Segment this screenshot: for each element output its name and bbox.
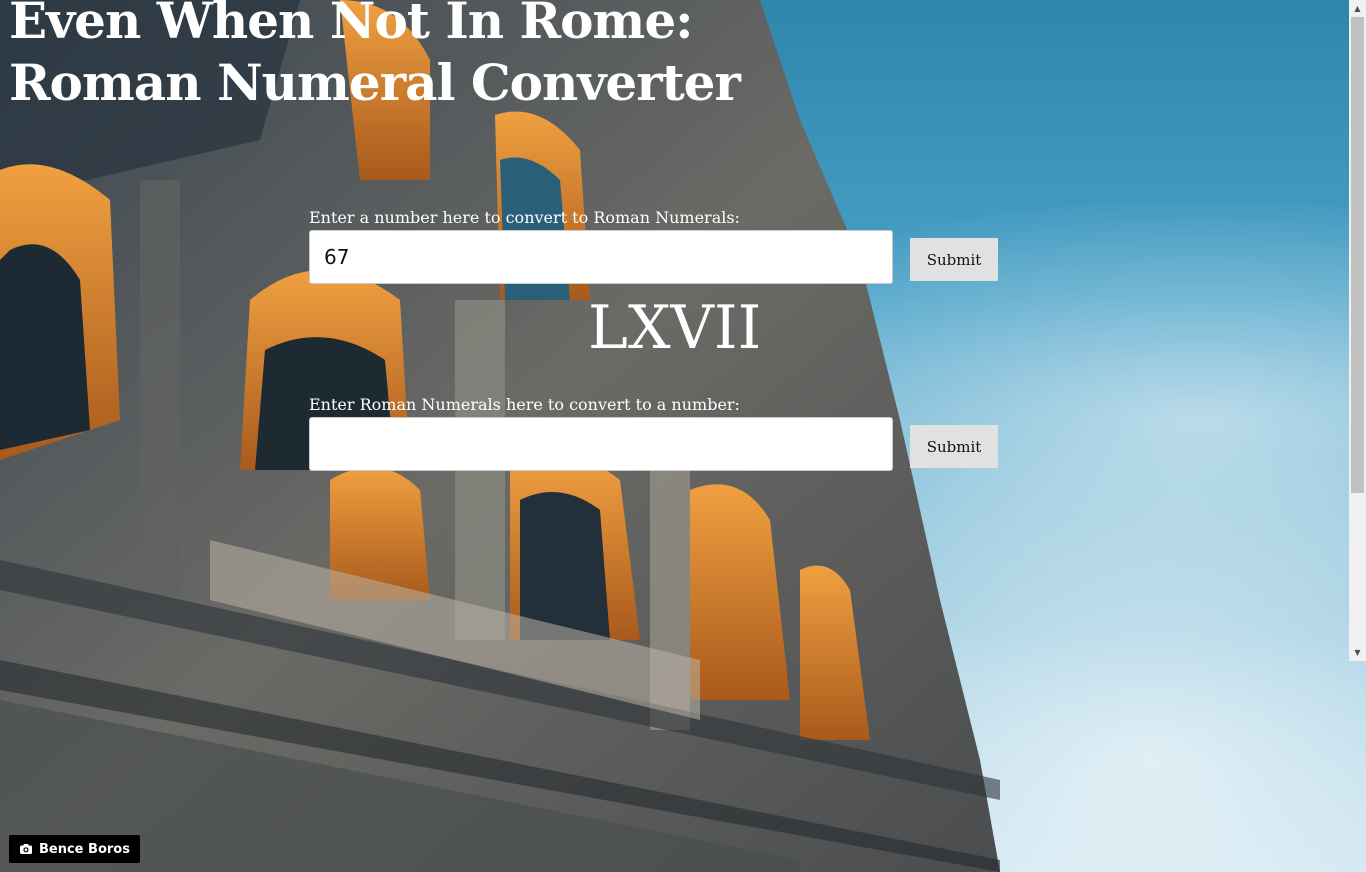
number-submit-button[interactable]: Submit — [910, 238, 998, 281]
photo-credit-badge[interactable]: Bence Boros — [9, 835, 140, 863]
number-input-label: Enter a number here to convert to Roman … — [309, 208, 740, 227]
vertical-scrollbar[interactable]: ▲ ▼ — [1349, 0, 1366, 661]
page-title-line-1: Even When Not In Rome: — [9, 0, 694, 50]
number-input[interactable] — [309, 230, 893, 284]
scroll-down-arrow-icon[interactable]: ▼ — [1349, 644, 1366, 661]
roman-input-row: Submit — [309, 417, 1009, 473]
roman-submit-button[interactable]: Submit — [910, 425, 998, 468]
roman-input[interactable] — [309, 417, 893, 471]
scroll-up-arrow-icon[interactable]: ▲ — [1349, 0, 1366, 17]
number-input-row: Submit — [309, 230, 1009, 286]
roman-to-number-form: Enter Roman Numerals here to convert to … — [309, 395, 1009, 473]
page-title-line-2: Roman Numeral Converter — [9, 53, 741, 112]
camera-icon — [20, 844, 32, 854]
scrollbar-thumb[interactable] — [1351, 17, 1364, 493]
number-to-roman-form: Enter a number here to convert to Roman … — [309, 208, 1009, 286]
page-title: Even When Not In Rome: Roman Numeral Con… — [9, 0, 769, 114]
roman-input-label: Enter Roman Numerals here to convert to … — [309, 395, 740, 414]
photo-credit-name: Bence Boros — [39, 841, 130, 857]
roman-result: LXVII — [588, 293, 762, 363]
